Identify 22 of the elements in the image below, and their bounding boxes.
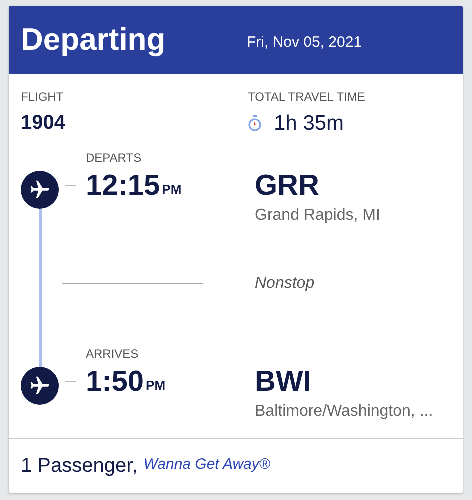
- fare-type-link[interactable]: Wanna Get Away®: [144, 454, 270, 477]
- time: 12:15: [86, 168, 160, 204]
- flight-number: 1904: [21, 111, 66, 136]
- travel-time: 1h 35m: [274, 111, 344, 137]
- flight-label: FLIGHT: [21, 89, 65, 106]
- time-period: PM: [146, 376, 166, 395]
- plane-icon: [21, 366, 59, 404]
- time-period: PM: [162, 180, 182, 199]
- airport-code: GRR: [255, 168, 320, 204]
- time: 1:50: [86, 364, 144, 400]
- header-title: Departing: [21, 20, 167, 59]
- city-name: Baltimore/Washington, ...: [255, 402, 434, 422]
- stopwatch-icon: [248, 115, 262, 132]
- airport-code: BWI: [255, 364, 312, 400]
- plane-icon: [21, 170, 59, 208]
- connection-type: Nonstop: [255, 274, 315, 294]
- stop-label: ARRIVES: [86, 346, 140, 362]
- header-date: Fri, Nov 05, 2021: [247, 32, 362, 53]
- city-name: Grand Rapids, MI: [255, 206, 380, 226]
- passenger-count: 1 Passenger,: [21, 454, 138, 478]
- stop-label: DEPARTS: [86, 150, 143, 166]
- travel-time-label: TOTAL TRAVEL TIME: [248, 89, 366, 106]
